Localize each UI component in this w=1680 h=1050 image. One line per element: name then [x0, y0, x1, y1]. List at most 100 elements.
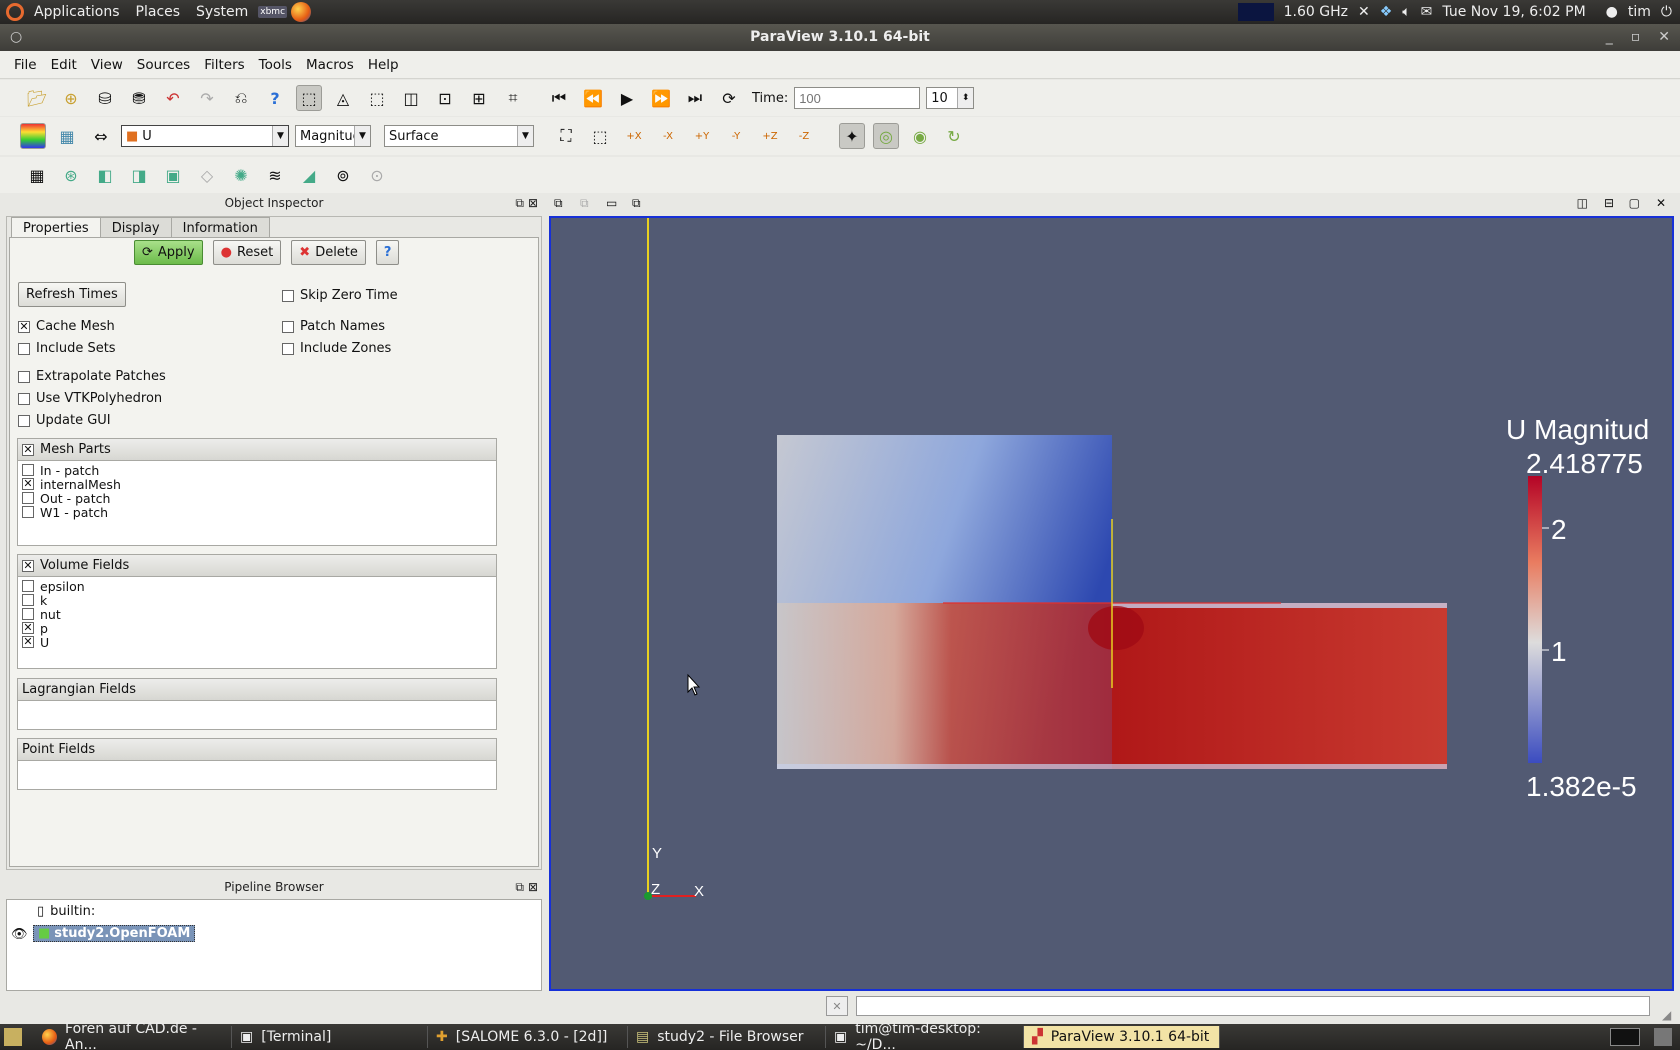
task-firefox[interactable]: Foren auf CAD.de - An... — [34, 1021, 232, 1050]
stream-tracer-icon[interactable]: ≋ — [262, 162, 288, 188]
trash-icon[interactable] — [1654, 1028, 1672, 1046]
view-minus-z-icon[interactable]: -Z — [791, 123, 817, 149]
group-datasets-icon[interactable]: ⊚ — [330, 162, 356, 188]
split-horizontal-icon[interactable]: ◫ — [1577, 196, 1588, 210]
menu-tools[interactable]: Tools — [259, 57, 292, 73]
close-panel-icon[interactable]: ⊠ — [528, 196, 538, 210]
disconnect-icon[interactable]: ⛃ — [126, 85, 152, 111]
chat-icon[interactable]: ● — [1606, 4, 1618, 20]
split-vertical-icon[interactable]: ⊟ — [1604, 196, 1614, 210]
dropbox-icon[interactable]: ❖ — [1380, 4, 1393, 20]
calculator-icon[interactable]: ▦ — [24, 162, 50, 188]
checkbox[interactable] — [18, 342, 30, 355]
resize-grip-icon[interactable]: ◢ — [1662, 1008, 1671, 1022]
list-item[interactable]: W1 - patch — [18, 505, 496, 520]
float-panel-icon[interactable]: ⧉ — [515, 196, 524, 211]
glyph-icon[interactable]: ✺ — [228, 162, 254, 188]
checkbox[interactable] — [18, 392, 30, 405]
interact-mode-icon[interactable]: ⬚ — [296, 85, 322, 111]
checkbox[interactable] — [22, 464, 34, 476]
previous-frame-icon[interactable]: ⏪ — [580, 85, 606, 111]
task-paraview[interactable]: ▞ ParaView 3.10.1 64-bit — [1024, 1026, 1220, 1048]
checkbox-checked[interactable]: ✕ — [18, 320, 30, 333]
view-minus-x-icon[interactable]: -X — [655, 123, 681, 149]
warp-vector-icon[interactable]: ◢ — [296, 162, 322, 188]
render-canvas[interactable]: Y X Z U Magnitud 2.418775 2 1 1.382e-5 — [551, 218, 1672, 989]
component-combo[interactable]: Magnituc ▼ — [295, 125, 371, 147]
task-file-browser[interactable]: ▤ study2 - File Browser — [628, 1026, 826, 1048]
toggle-all-checkbox[interactable]: ✕ — [22, 443, 34, 456]
option-extrapolate-patches[interactable]: Extrapolate Patches — [18, 369, 166, 384]
close-view-icon[interactable]: ✕ — [1656, 196, 1666, 210]
help-button[interactable]: ? — [375, 240, 400, 265]
checkbox[interactable] — [18, 414, 30, 427]
help-icon[interactable]: ? — [262, 85, 288, 111]
checkbox[interactable] — [22, 608, 34, 620]
list-item[interactable]: ✕ U — [18, 635, 496, 650]
clip-icon[interactable]: ◧ — [92, 162, 118, 188]
extract-level-icon[interactable]: ⊙ — [364, 162, 390, 188]
menu-filters[interactable]: Filters — [204, 57, 244, 73]
network-icon[interactable]: ✕ — [1358, 4, 1370, 20]
first-frame-icon[interactable]: ⏮ — [546, 85, 572, 111]
user-name[interactable]: tim — [1628, 4, 1651, 20]
checkbox-checked[interactable]: ✕ — [22, 622, 34, 634]
pick-center-icon[interactable]: ◉ — [907, 123, 933, 149]
option-include-sets[interactable]: Include Sets — [18, 341, 116, 356]
reset-button[interactable]: ● Reset — [212, 240, 282, 265]
option-use-vtkpolyhedron[interactable]: Use VTKPolyhedron — [18, 391, 162, 406]
color-legend[interactable]: U Magnitud 2.418775 2 1 1.382e-5 — [1506, 414, 1649, 802]
xbmc-launcher-icon[interactable]: xbmc — [258, 6, 288, 18]
time-input[interactable] — [794, 87, 921, 109]
float-panel-icon[interactable]: ⧉ — [515, 880, 524, 895]
option-cache-mesh[interactable]: ✕ Cache Mesh — [18, 319, 115, 334]
rescale-range-icon[interactable]: ⇔ — [88, 123, 114, 149]
select-block-icon[interactable]: ⊞ — [466, 85, 492, 111]
clock[interactable]: Tue Nov 19, 6:02 PM — [1442, 4, 1585, 20]
menu-help[interactable]: Help — [368, 57, 399, 73]
dropdown-arrow-icon[interactable]: ▼ — [517, 126, 533, 146]
checkbox[interactable] — [22, 594, 34, 606]
view-plus-y-icon[interactable]: +Y — [689, 123, 715, 149]
menu-macros[interactable]: Macros — [306, 57, 354, 73]
timestep-spinbox[interactable]: 10 ⬍ — [926, 87, 975, 109]
color-legend-icon[interactable]: ▦ — [54, 123, 80, 149]
ubuntu-logo-icon[interactable] — [6, 3, 24, 21]
open-icon[interactable]: 📂︎ — [24, 85, 50, 111]
load-state-icon[interactable]: ⊕ — [58, 85, 84, 111]
window-menu-icon[interactable]: ○ — [10, 24, 22, 51]
minimize-button[interactable]: _ — [1606, 24, 1613, 51]
places-menu[interactable]: Places — [136, 4, 181, 20]
view-settings-icon[interactable]: ▭ — [606, 196, 617, 210]
representation-combo[interactable]: Surface ▼ — [384, 125, 534, 147]
list-item[interactable]: In - patch — [18, 463, 496, 478]
system-menu[interactable]: System — [196, 4, 248, 20]
task-terminal-2[interactable]: ▣ tim@tim-desktop: ~/D... — [826, 1021, 1024, 1050]
apply-button[interactable]: ⟳ Apply — [134, 240, 203, 265]
list-item[interactable]: ✕ p — [18, 621, 496, 636]
task-salome[interactable]: ✚ [SALOME 6.3.0 - [2d]] — [428, 1026, 628, 1048]
rotate-icon[interactable]: ↻ — [941, 123, 967, 149]
delete-button[interactable]: ✖ Delete — [291, 240, 366, 265]
next-frame-icon[interactable]: ⏩ — [648, 85, 674, 111]
checkbox[interactable] — [282, 342, 294, 355]
connect-icon[interactable]: ⛁ — [92, 85, 118, 111]
spin-arrows-icon[interactable]: ⬍ — [957, 88, 974, 108]
close-panel-icon[interactable]: ⊠ — [528, 880, 538, 894]
show-center-icon[interactable]: ✦ — [839, 123, 865, 149]
task-terminal[interactable]: ▣ [Terminal] — [232, 1026, 428, 1048]
undo-icon[interactable]: ↶ — [160, 85, 186, 111]
power-icon[interactable]: ⏻ — [1661, 4, 1672, 20]
option-include-zones[interactable]: Include Zones — [282, 341, 391, 356]
split-view-icon[interactable]: ⧉ — [554, 196, 563, 211]
checkbox[interactable] — [22, 506, 34, 518]
firefox-launcher-icon[interactable] — [291, 2, 312, 22]
clear-progress-icon[interactable]: ✕ — [826, 996, 848, 1016]
checkbox[interactable] — [18, 370, 30, 383]
toggle-all-checkbox[interactable]: ✕ — [22, 559, 34, 572]
select-points-frustum-icon[interactable]: ⊡ — [432, 85, 458, 111]
dropdown-arrow-icon[interactable]: ▼ — [354, 126, 370, 146]
show-desktop-icon[interactable] — [4, 1028, 22, 1046]
maximize-view-icon[interactable]: ▢ — [1629, 196, 1640, 210]
list-item[interactable]: nut — [18, 607, 496, 622]
